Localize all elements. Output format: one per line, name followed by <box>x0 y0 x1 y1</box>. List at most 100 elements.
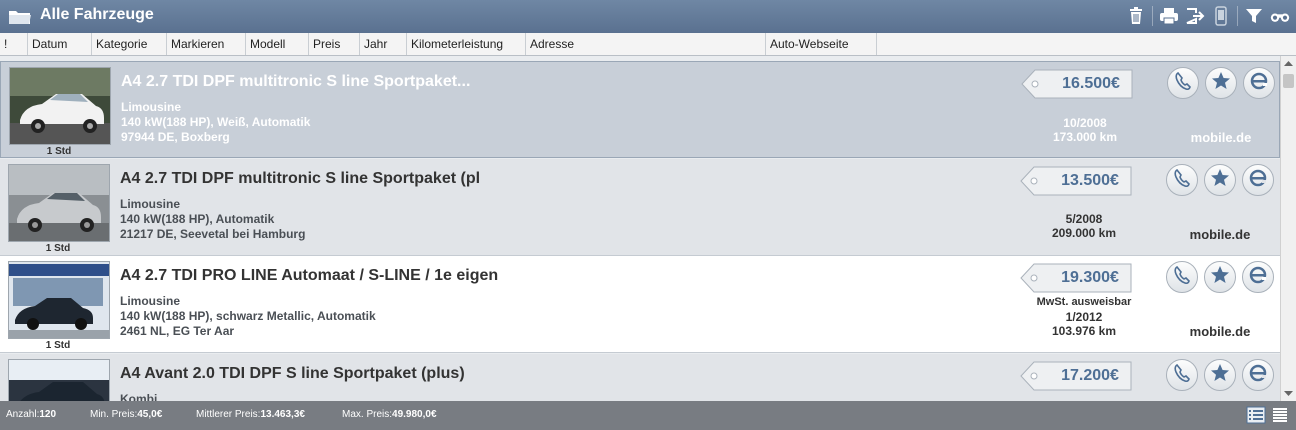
listing-mileage: 209.000 km <box>1051 226 1117 240</box>
window-title: Alle Fahrzeuge <box>40 6 154 23</box>
listing-title[interactable]: A4 Avant 2.0 TDI DPF S line Sportpaket (… <box>120 365 465 383</box>
listing-title[interactable]: A4 2.7 TDI DPF multitronic S line Sportp… <box>121 73 470 91</box>
min-price-label: Min. Preis: <box>90 409 138 420</box>
listing-count: Anzahl:120 <box>6 409 56 420</box>
listing-category: Limousine <box>120 294 181 308</box>
car-photo[interactable] <box>8 359 110 401</box>
favorite-button[interactable] <box>1205 67 1237 99</box>
scroll-down-arrow-icon[interactable] <box>1281 385 1296 401</box>
open-website-button[interactable] <box>1242 359 1274 391</box>
listing-source[interactable]: mobile.de <box>1166 227 1274 242</box>
call-button[interactable] <box>1166 359 1198 391</box>
column-year[interactable]: Jahr <box>360 33 407 55</box>
column-address[interactable]: Adresse <box>526 33 766 55</box>
open-website-button[interactable] <box>1242 164 1274 196</box>
average-price-value: 13.463,3€ <box>260 409 305 420</box>
listing-specs: 140 kW(188 HP), Automatik <box>120 212 275 226</box>
favorite-button[interactable] <box>1204 261 1236 293</box>
column-mileage[interactable]: Kilometerleistung <box>407 33 526 55</box>
max-price: Max. Preis:49.980,0€ <box>342 409 437 420</box>
listing-row[interactable]: 1 Std A4 2.7 TDI PRO LINE Automaat / S-L… <box>0 256 1280 353</box>
phone-icon <box>1174 265 1190 289</box>
export-icon[interactable] <box>1185 6 1205 26</box>
listing-price: 16.500€ <box>1062 75 1120 92</box>
listing-date: 5/2008 <box>1065 212 1103 226</box>
print-icon[interactable] <box>1159 6 1179 26</box>
listing-date: 10/2008 <box>1063 116 1107 130</box>
call-button[interactable] <box>1166 261 1198 293</box>
vertical-scrollbar[interactable] <box>1280 56 1296 401</box>
mobile-icon[interactable] <box>1211 6 1231 26</box>
favorite-button[interactable] <box>1204 359 1236 391</box>
listing-list: 1 Std A4 2.7 TDI DPF multitronic S line … <box>0 56 1280 401</box>
phone-icon <box>1174 363 1190 387</box>
column-date[interactable]: Datum <box>28 33 92 55</box>
car-photo[interactable] <box>9 67 111 145</box>
browser-icon <box>1248 168 1268 193</box>
count-value: 120 <box>39 409 57 420</box>
max-price-value: 49.980,0€ <box>392 409 437 420</box>
phone-icon <box>1174 168 1190 192</box>
call-button[interactable] <box>1167 67 1199 99</box>
column-price[interactable]: Preis <box>309 33 360 55</box>
star-icon <box>1210 168 1230 193</box>
star-icon <box>1211 71 1231 96</box>
listing-title[interactable]: A4 2.7 TDI DPF multitronic S line Sportp… <box>120 170 480 188</box>
listing-category: Limousine <box>121 100 182 114</box>
listing-age: 1 Std <box>45 340 71 351</box>
browser-icon <box>1248 265 1268 290</box>
listing-age: 1 Std <box>46 146 72 157</box>
view-switcher <box>1246 405 1290 425</box>
column-model[interactable]: Modell <box>246 33 309 55</box>
binoculars-icon[interactable] <box>1270 6 1290 26</box>
min-price-value: 45,0€ <box>137 409 163 420</box>
price-tag: 16.500€ <box>1021 69 1133 99</box>
vat-note: MwSt. ausweisbar <box>1036 296 1132 308</box>
scroll-up-arrow-icon[interactable] <box>1281 56 1296 72</box>
listing-category: Kombi <box>120 392 158 401</box>
trash-icon[interactable] <box>1126 6 1146 26</box>
listing-price: 13.500€ <box>1061 172 1119 189</box>
toolbar <box>1126 6 1290 26</box>
count-label: Anzahl: <box>6 409 40 420</box>
listing-date-mileage: 5/2008 209.000 km <box>1020 212 1148 240</box>
listing-row[interactable]: 1 Std A4 2.7 TDI DPF multitronic S line … <box>0 61 1280 158</box>
listing-date: 1/2012 <box>1065 310 1103 324</box>
open-website-button[interactable] <box>1242 261 1274 293</box>
listing-row[interactable]: 1 Std A4 2.7 TDI DPF multitronic S line … <box>0 159 1280 256</box>
compact-list-view-icon[interactable] <box>1270 405 1290 425</box>
listing-title[interactable]: A4 2.7 TDI PRO LINE Automaat / S-LINE / … <box>120 267 498 285</box>
listing-location: 2461 NL, EG Ter Aar <box>120 324 235 338</box>
favorite-button[interactable] <box>1204 164 1236 196</box>
open-website-button[interactable] <box>1243 67 1275 99</box>
car-photo[interactable] <box>8 164 110 242</box>
listing-actions <box>1166 164 1274 196</box>
listing-source[interactable]: mobile.de <box>1167 130 1275 145</box>
star-icon <box>1210 363 1230 388</box>
call-button[interactable] <box>1166 164 1198 196</box>
column-category[interactable]: Kategorie <box>92 33 167 55</box>
listing-details: Kombi <box>120 392 157 401</box>
listing-age: 1 Std <box>45 243 71 254</box>
car-photo[interactable] <box>8 261 110 339</box>
listing-mileage: 103.976 km <box>1051 324 1117 338</box>
scrollbar-thumb[interactable] <box>1283 74 1294 88</box>
status-bar: Anzahl:120 Min. Preis:45,0€ Mittlerer Pr… <box>0 401 1296 430</box>
listing-source[interactable]: mobile.de <box>1166 324 1274 339</box>
price-tag: 13.500€ <box>1020 166 1132 196</box>
column-make[interactable]: Markieren <box>167 33 246 55</box>
listing-price: 19.300€ <box>1061 269 1119 286</box>
listing-mileage: 173.000 km <box>1052 130 1118 144</box>
listing-price: 17.200€ <box>1061 367 1119 384</box>
listing-category: Limousine <box>120 197 181 211</box>
column-flag[interactable]: ! <box>0 33 28 55</box>
title-bar: Alle Fahrzeuge <box>0 0 1296 33</box>
listing-details: Limousine 140 kW(188 HP), schwarz Metall… <box>120 294 376 339</box>
filter-icon[interactable] <box>1244 6 1264 26</box>
listing-actions <box>1166 261 1274 293</box>
listing-details: Limousine 140 kW(188 HP), Weiß, Automati… <box>121 100 310 145</box>
listing-row[interactable]: A4 Avant 2.0 TDI DPF S line Sportpaket (… <box>0 354 1280 401</box>
listing-specs: 140 kW(188 HP), Weiß, Automatik <box>121 115 311 129</box>
list-view-icon[interactable] <box>1246 405 1266 425</box>
column-website[interactable]: Auto-Webseite <box>766 33 877 55</box>
